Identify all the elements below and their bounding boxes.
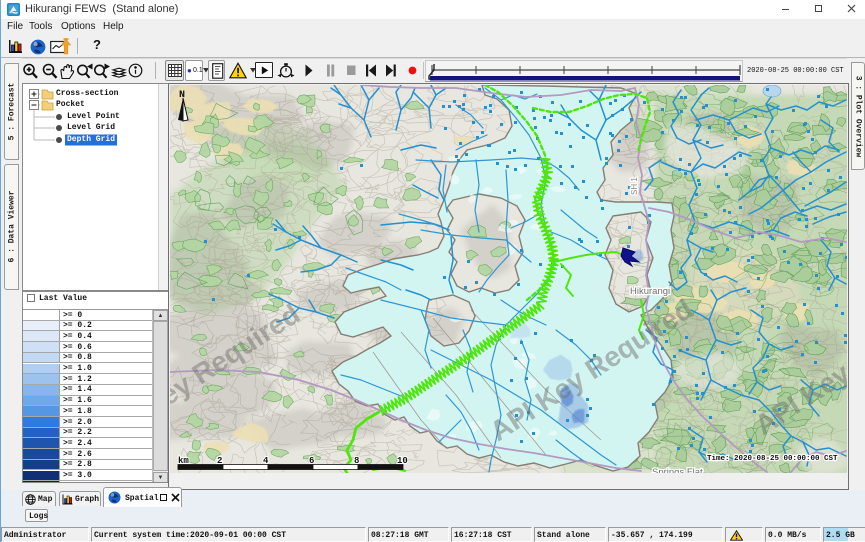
svg-text:SH 1: SH 1 — [630, 177, 639, 195]
svg-text:Hikurangi: Hikurangi — [630, 286, 670, 297]
svg-text:Springs Flat: Springs Flat — [652, 467, 703, 473]
svg-text:N: N — [179, 90, 185, 101]
svg-text:Time: 2020-08-25 00:00:00 CST: Time: 2020-08-25 00:00:00 CST — [707, 455, 838, 463]
